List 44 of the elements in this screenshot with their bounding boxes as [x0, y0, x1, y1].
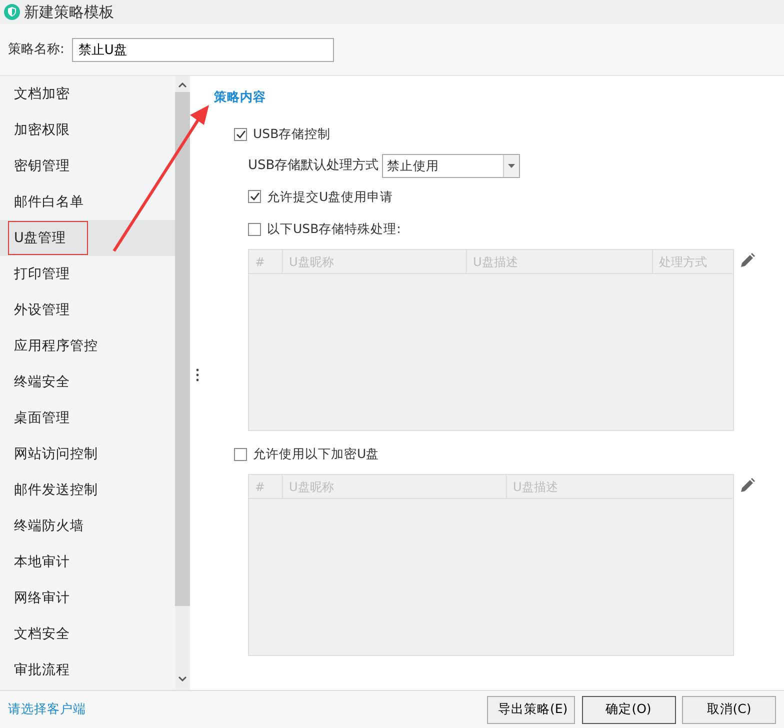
shield-icon	[4, 4, 20, 20]
edit-icon[interactable]	[740, 478, 755, 493]
column-header: #	[249, 250, 283, 273]
column-header: #	[249, 474, 283, 498]
checkbox[interactable]	[234, 448, 247, 461]
dialog-button[interactable]: 取消(C)	[682, 696, 776, 724]
sidebar-item[interactable]: 终端防火墙	[0, 508, 175, 544]
checkbox[interactable]	[234, 128, 247, 141]
sidebar-item[interactable]: 打印管理	[0, 256, 175, 292]
sidebar-item[interactable]: 应用程序管控	[0, 328, 175, 364]
sidebar-item[interactable]: 审批流程	[0, 652, 175, 688]
scrollbar-thumb[interactable]	[175, 92, 190, 606]
dialog-button[interactable]: 确定(O)	[582, 696, 676, 724]
sidebar-item[interactable]: 外设管理	[0, 292, 175, 328]
checkbox-label: 以下USB存储特殊处理:	[267, 220, 401, 238]
checkbox[interactable]	[248, 223, 261, 236]
sidebar-item[interactable]: 文档安全	[0, 616, 175, 652]
sidebar-item[interactable]: 本地审计	[0, 544, 175, 580]
scroll-up-icon[interactable]	[178, 82, 187, 88]
field-label: 策略名称:	[8, 40, 64, 59]
splitter-grip-icon[interactable]	[196, 368, 199, 382]
checkbox-label: 允许使用以下加密U盘	[253, 445, 380, 463]
sidebar-item[interactable]: 终端安全	[0, 364, 175, 400]
action-dropdown[interactable]: 禁止使用	[382, 154, 520, 178]
section-heading: 策略内容	[214, 88, 267, 106]
checkbox[interactable]	[248, 190, 261, 204]
sidebar-item[interactable]: 网站访问控制	[0, 436, 175, 472]
sidebar-item[interactable]: 密钥管理	[0, 148, 175, 184]
edit-icon[interactable]	[740, 253, 755, 268]
scroll-down-icon[interactable]	[178, 676, 187, 682]
sidebar-item[interactable]: 邮件发送控制	[0, 472, 175, 508]
sidebar-item[interactable]: 邮件白名单	[0, 184, 175, 220]
sidebar-item[interactable]: 加密权限	[0, 112, 175, 148]
dialog-button[interactable]: 导出策略(E)	[487, 696, 575, 724]
checkbox-label: USB存储控制	[253, 124, 331, 143]
checkbox-label: 允许提交U盘使用申请	[267, 188, 394, 206]
field-label: USB存储默认处理方式	[248, 156, 379, 175]
sidebar-item[interactable]: 网络审计	[0, 580, 175, 616]
window-title: 新建策略模板	[24, 2, 114, 23]
sidebar-item[interactable]: 桌面管理	[0, 400, 175, 436]
sidebar-item[interactable]: 文档加密	[0, 76, 175, 112]
dropdown-caret-icon[interactable]	[508, 164, 515, 168]
policy-name-field[interactable]: 禁止U盘	[72, 38, 334, 62]
sidebar-item[interactable]: U盘管理	[0, 220, 175, 256]
